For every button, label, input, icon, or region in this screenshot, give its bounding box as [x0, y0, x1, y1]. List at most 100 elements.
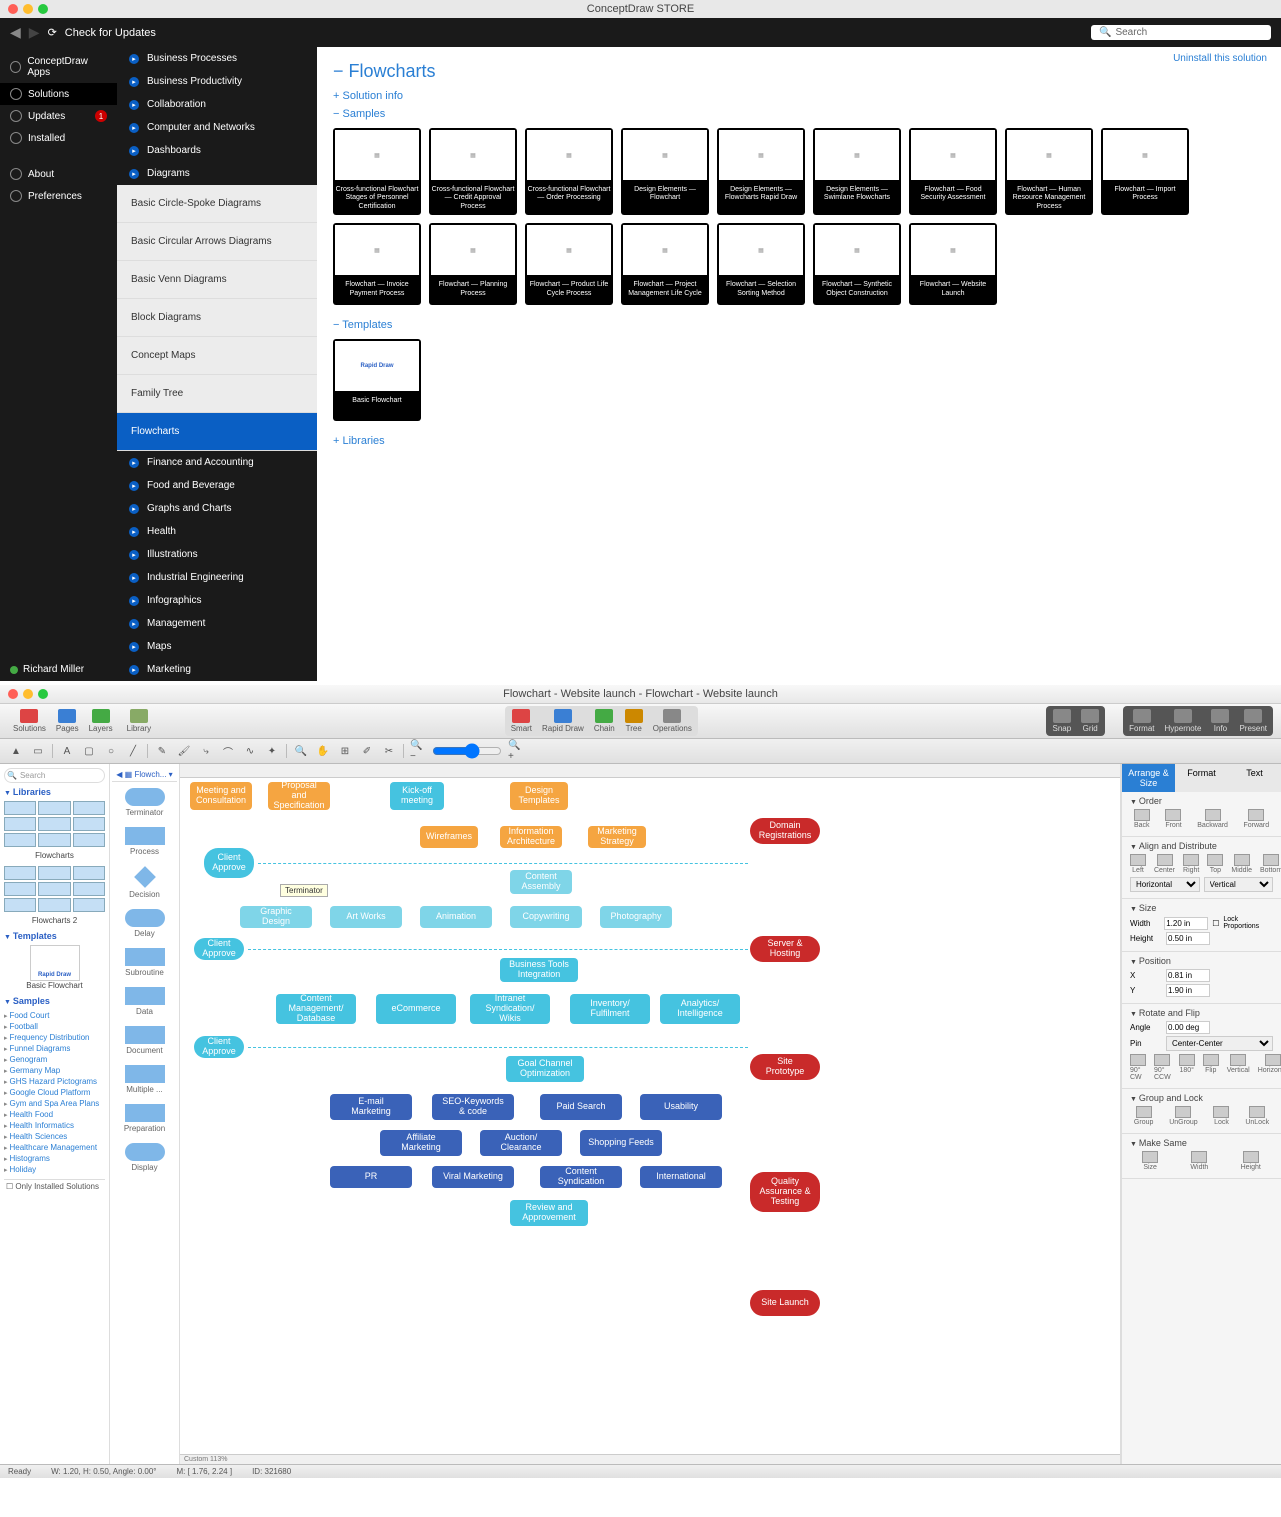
stamp-tool-icon[interactable]: ⊞: [337, 744, 353, 758]
toolbar-button[interactable]: Info: [1206, 707, 1234, 735]
sample-thumbnail[interactable]: ▦Flowchart — Import Process: [1101, 128, 1189, 215]
hand-tool-icon[interactable]: ✋: [315, 744, 331, 758]
refresh-icon[interactable]: ⟳: [48, 26, 57, 39]
flowchart-node[interactable]: eCommerce: [376, 994, 456, 1024]
sample-thumbnail[interactable]: ▦Cross-functional Flowchart Stages of Pe…: [333, 128, 421, 215]
zoom-in-icon[interactable]: 🔍+: [508, 744, 524, 758]
templates-header[interactable]: Templates: [4, 931, 105, 941]
flowchart-node[interactable]: Site Prototype: [750, 1054, 820, 1080]
category-item[interactable]: ▸Graphs and Charts: [117, 497, 317, 520]
minimize-icon[interactable]: [23, 689, 33, 699]
flowchart-node[interactable]: PR: [330, 1166, 412, 1188]
flowchart-node[interactable]: Content Syndication: [540, 1166, 622, 1188]
flowchart-node[interactable]: Domain Registrations: [750, 818, 820, 844]
subcategory-item[interactable]: Block Diagrams: [117, 299, 317, 337]
category-item[interactable]: ▸Finance and Accounting: [117, 451, 317, 474]
inspector-button[interactable]: Flip: [1203, 1054, 1219, 1081]
inspector-button[interactable]: Height: [1241, 1151, 1261, 1171]
zoom-out-icon[interactable]: 🔍−: [410, 744, 426, 758]
samples-header[interactable]: Samples: [4, 996, 105, 1006]
shape-item[interactable]: Data: [112, 987, 177, 1016]
shape-item[interactable]: Decision: [112, 866, 177, 899]
inspector-button[interactable]: Width: [1190, 1151, 1208, 1171]
category-item[interactable]: ▸Collaboration: [117, 93, 317, 116]
flowchart-node[interactable]: Goal Channel Optimization: [506, 1056, 584, 1082]
make-same-section[interactable]: Make Same: [1130, 1138, 1273, 1148]
sidebar-item[interactable]: ConceptDraw Apps: [0, 51, 117, 83]
flowchart-node[interactable]: Kick-off meeting: [390, 782, 444, 810]
flowchart-node[interactable]: Site Launch: [750, 1290, 820, 1316]
shape-item[interactable]: Process: [112, 827, 177, 856]
flowchart-node[interactable]: Server & Hosting: [750, 936, 820, 962]
zoom-level[interactable]: Custom 113%: [180, 1454, 1120, 1464]
pointer-tool-icon[interactable]: ▲: [8, 744, 24, 758]
flowchart-node[interactable]: Copywriting: [510, 906, 582, 928]
toolbar-button[interactable]: Grid: [1076, 707, 1104, 735]
flowchart-node[interactable]: Animation: [420, 906, 492, 928]
toolbar-button[interactable]: Solutions: [8, 707, 51, 735]
sample-thumbnail[interactable]: ▦Flowchart — Product Life Cycle Process: [525, 223, 613, 305]
sample-thumbnail[interactable]: ▦Design Elements — Flowcharts Rapid Draw: [717, 128, 805, 215]
position-section[interactable]: Position: [1130, 956, 1273, 966]
tab-text[interactable]: Text: [1228, 764, 1281, 792]
inspector-button[interactable]: Size: [1142, 1151, 1158, 1171]
toolbar-button[interactable]: Pages: [51, 707, 84, 735]
sample-link[interactable]: Genogram: [4, 1054, 105, 1065]
inspector-button[interactable]: UnLock: [1245, 1106, 1269, 1126]
flowchart-node[interactable]: Viral Marketing: [432, 1166, 514, 1188]
sample-thumbnail[interactable]: ▦Design Elements — Flowchart: [621, 128, 709, 215]
horizontal-select[interactable]: Horizontal: [1130, 877, 1200, 892]
width-input[interactable]: [1164, 917, 1208, 930]
toolbar-button[interactable]: Layers: [84, 707, 118, 735]
inspector-button[interactable]: Vertical: [1227, 1054, 1250, 1081]
flowchart-node[interactable]: Information Architecture: [500, 826, 562, 848]
tab-format[interactable]: Format: [1175, 764, 1228, 792]
order-section[interactable]: Order: [1130, 796, 1273, 806]
category-item[interactable]: ▸Diagrams: [117, 162, 317, 185]
flowchart-node[interactable]: Wireframes: [420, 826, 478, 848]
sample-thumbnail[interactable]: ▦Flowchart — Website Launch: [909, 223, 997, 305]
flowchart-node[interactable]: Usability: [640, 1094, 722, 1120]
shape-item[interactable]: Display: [112, 1143, 177, 1172]
close-icon[interactable]: [8, 4, 18, 14]
libraries-header[interactable]: Libraries: [4, 787, 105, 797]
toolbar-button[interactable]: Present: [1234, 707, 1272, 735]
size-section[interactable]: Size: [1130, 903, 1273, 913]
shape-item[interactable]: Delay: [112, 909, 177, 938]
sample-link[interactable]: Healthcare Management: [4, 1142, 105, 1153]
inspector-button[interactable]: Forward: [1243, 809, 1269, 829]
inspector-button[interactable]: Bottom: [1260, 854, 1281, 874]
flowchart-node[interactable]: Inventory/ Fulfilment: [570, 994, 650, 1024]
category-item[interactable]: ▸Business Productivity: [117, 70, 317, 93]
toolbar-button[interactable]: Operations: [648, 707, 697, 735]
x-input[interactable]: [1166, 969, 1210, 982]
rapid-draw-template[interactable]: Rapid Draw: [30, 945, 80, 981]
pencil-tool-icon[interactable]: ✎: [154, 744, 170, 758]
inspector-button[interactable]: Group: [1134, 1106, 1153, 1126]
check-updates-button[interactable]: Check for Updates: [65, 27, 156, 39]
flowchart-node[interactable]: Marketing Strategy: [588, 826, 646, 848]
maximize-icon[interactable]: [38, 689, 48, 699]
close-icon[interactable]: [8, 689, 18, 699]
zoom-icon[interactable]: 🔍: [293, 744, 309, 758]
panel-search-input[interactable]: 🔍 Search: [4, 768, 105, 783]
sample-thumbnail[interactable]: ▦Flowchart — Synthetic Object Constructi…: [813, 223, 901, 305]
crop-tool-icon[interactable]: ✂: [381, 744, 397, 758]
category-item[interactable]: ▸Infographics: [117, 589, 317, 612]
inspector-button[interactable]: Horizontal: [1258, 1054, 1281, 1081]
template-thumbnail[interactable]: Rapid DrawBasic Flowchart: [333, 339, 421, 421]
flowchart-node[interactable]: Art Works: [330, 906, 402, 928]
toolbar-button[interactable]: Snap: [1047, 707, 1076, 735]
flowchart-node[interactable]: Graphic Design: [240, 906, 312, 928]
pin-select[interactable]: Center-Center: [1166, 1036, 1273, 1051]
flowchart-node[interactable]: Shopping Feeds: [580, 1130, 662, 1156]
category-item[interactable]: ▸Business Processes: [117, 47, 317, 70]
flowchart-node[interactable]: Meeting and Consultation: [190, 782, 252, 810]
category-item[interactable]: ▸Maps: [117, 635, 317, 658]
flowchart-node[interactable]: Client Approve: [194, 1036, 244, 1058]
tab-arrange[interactable]: Arrange & Size: [1122, 764, 1175, 792]
rect-tool-icon[interactable]: ▢: [81, 744, 97, 758]
ellipse-tool-icon[interactable]: ○: [103, 744, 119, 758]
flowchart-node[interactable]: International: [640, 1166, 722, 1188]
eyedropper-tool-icon[interactable]: ✐: [359, 744, 375, 758]
